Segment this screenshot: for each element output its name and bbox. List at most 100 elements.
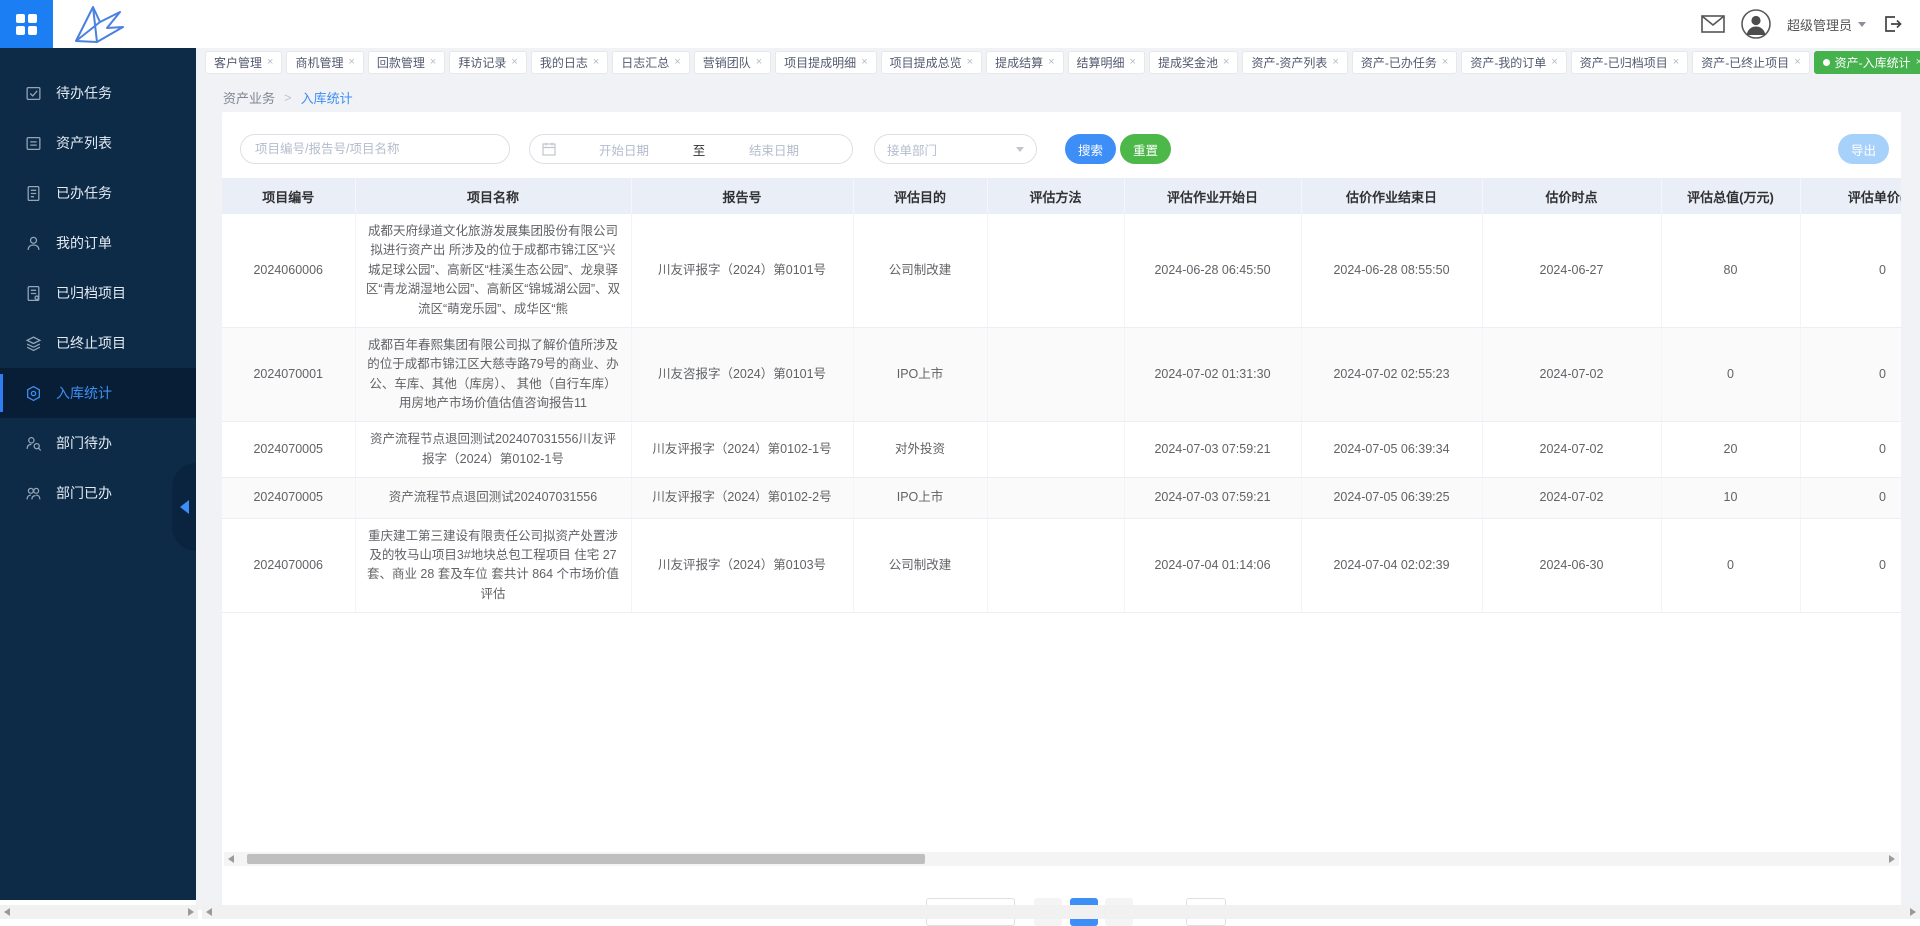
tab-label: 客户管理 <box>214 56 263 70</box>
tab-label: 项目提成总览 <box>889 56 962 70</box>
reset-button[interactable]: 重置 <box>1120 134 1172 164</box>
tab-close-icon[interactable]: × <box>1551 57 1557 68</box>
export-button[interactable]: 导出 <box>1837 134 1889 164</box>
tab-close-icon[interactable]: × <box>348 57 354 68</box>
mail-icon[interactable] <box>1701 15 1725 33</box>
app-grid-button[interactable] <box>0 0 53 48</box>
tab-close-icon[interactable]: × <box>430 57 436 68</box>
tab-商机管理[interactable]: 商机管理 × <box>286 51 364 74</box>
tab-close-icon[interactable]: × <box>674 57 680 68</box>
tab-结算明细[interactable]: 结算明细 × <box>1067 51 1145 74</box>
sidebar-item-已办任务[interactable]: 已办任务 <box>0 168 196 218</box>
cell-purpose: 公司制改建 <box>853 214 988 328</box>
tab-资产-已办任务[interactable]: 资产-已办任务 × <box>1351 51 1458 74</box>
tab-项目提成总览[interactable]: 项目提成总览 × <box>880 51 983 74</box>
tab-拜访记录[interactable]: 拜访记录 × <box>449 51 527 74</box>
keyword-search-input[interactable] <box>240 134 510 164</box>
cell-point: 2024-07-02 <box>1482 477 1662 519</box>
active-tab-dot-icon <box>1822 59 1830 66</box>
tab-提成结算[interactable]: 提成结算 × <box>986 51 1064 74</box>
tab-项目提成明细[interactable]: 项目提成明细 × <box>775 51 877 74</box>
tab-label: 我的日志 <box>539 56 588 70</box>
scroll-left-icon[interactable] <box>4 908 10 916</box>
tab-close-icon[interactable]: × <box>267 57 273 68</box>
sidebar-item-已终止项目[interactable]: 已终止项目 <box>0 318 196 368</box>
breadcrumb-parent[interactable]: 资产业务 <box>223 88 275 107</box>
tab-资产-资产列表[interactable]: 资产-资产列表 × <box>1242 51 1348 74</box>
sidebar-item-已归档项目[interactable]: 已归档项目 <box>0 268 196 318</box>
cell-start: 2024-07-03 07:59:21 <box>1124 421 1302 479</box>
column-header: 项目名称 <box>355 178 632 214</box>
page-horizontal-scrollbar[interactable] <box>202 905 1920 919</box>
tab-回款管理[interactable]: 回款管理 × <box>367 51 446 74</box>
cell-unit: 0 <box>1800 477 1901 519</box>
scroll-left-icon[interactable] <box>206 908 212 916</box>
table-row[interactable]: 2024070005资产流程节点退回测试202407031556川友评报字（20… <box>222 477 1901 519</box>
scroll-right-icon[interactable] <box>188 908 194 916</box>
end-date-placeholder[interactable]: 结束日期 <box>728 140 820 159</box>
department-select[interactable]: 接单部门 <box>874 134 1037 164</box>
sidebar-item-label: 部门已办 <box>56 485 112 501</box>
sidebar-item-待办任务[interactable]: 待办任务 <box>0 68 196 118</box>
tab-close-icon[interactable]: × <box>1794 57 1800 68</box>
table-row[interactable]: 2024070006 重庆建工第三建设有限责任公司拟资产处置涉及的牧马山项目3#地… <box>222 518 1901 613</box>
tab-资产-已归档项目[interactable]: 资产-已归档项目 × <box>1570 51 1689 74</box>
tab-close-icon[interactable]: × <box>1130 57 1136 68</box>
search-button[interactable]: 搜索 <box>1065 134 1117 164</box>
sidebar-item-部门待办[interactable]: 部门待办 <box>0 418 196 468</box>
tab-label: 资产-我的订单 <box>1470 56 1547 70</box>
date-range-picker[interactable]: 开始日期 至 结束日期 <box>529 134 853 164</box>
dept-people-icon <box>26 487 41 499</box>
cell-method <box>987 477 1125 519</box>
tab-close-icon[interactable]: × <box>756 57 762 68</box>
sidebar-item-入库统计[interactable]: 入库统计 <box>0 368 196 418</box>
cell-purpose: IPO上市 <box>853 477 988 519</box>
table-row[interactable]: 2024060006 成都天府绿道文化旅游发展集团股份有限公司拟进行资产出 所涉及… <box>222 214 1901 328</box>
start-date-placeholder[interactable]: 开始日期 <box>578 140 670 159</box>
table-horizontal-scrollbar[interactable] <box>224 852 1899 866</box>
table-row[interactable]: 2024070005资产流程节点退回测试202407031556川友评报字（20… <box>222 421 1901 479</box>
column-header: 估价时点 <box>1482 178 1662 214</box>
tab-close-icon[interactable]: × <box>1223 57 1229 68</box>
tab-资产-我的订单[interactable]: 资产-我的订单 × <box>1461 51 1567 74</box>
cell-total: 20 <box>1661 421 1801 479</box>
sidebar-collapse-button[interactable] <box>172 463 196 551</box>
tab-我的日志[interactable]: 我的日志 × <box>530 51 609 74</box>
tab-close-icon[interactable]: × <box>1048 57 1054 68</box>
tab-label: 资产-入库统计 <box>1834 56 1911 70</box>
sidebar-item-我的订单[interactable]: 我的订单 <box>0 218 196 268</box>
avatar[interactable] <box>1741 9 1771 39</box>
sidebar-item-部门已办[interactable]: 部门已办 <box>0 468 196 518</box>
cell-report: 川友评报字（2024）第0102-1号 <box>631 421 854 479</box>
tab-资产-已终止项目[interactable]: 资产-已终止项目 × <box>1692 51 1810 74</box>
tab-提成奖金池[interactable]: 提成奖金池 × <box>1148 51 1239 74</box>
tab-close-icon[interactable]: × <box>593 57 599 68</box>
chevron-down-icon <box>1016 146 1024 152</box>
logout-icon[interactable] <box>1882 14 1902 34</box>
sidebar-item-label: 已办任务 <box>56 185 112 201</box>
scroll-left-icon[interactable] <box>228 855 234 863</box>
username[interactable]: 超级管理员 <box>1787 15 1852 34</box>
scroll-right-icon[interactable] <box>1889 855 1895 863</box>
scrollbar-thumb[interactable] <box>247 854 925 864</box>
tab-close-icon[interactable]: × <box>967 57 973 68</box>
sidebar-horizontal-scrollbar[interactable] <box>0 905 198 919</box>
tab-客户管理[interactable]: 客户管理 × <box>205 51 283 74</box>
tab-close-icon[interactable]: × <box>1332 57 1338 68</box>
sidebar-item-资产列表[interactable]: 资产列表 <box>0 118 196 168</box>
tab-营销团队[interactable]: 营销团队 × <box>693 51 772 74</box>
sidebar-item-label: 我的订单 <box>56 235 112 251</box>
top-bar: 超级管理员 <box>0 0 1920 48</box>
tab-close-icon[interactable]: × <box>861 57 867 68</box>
tab-close-icon[interactable]: × <box>1442 57 1448 68</box>
cell-purpose: 公司制改建 <box>853 518 988 613</box>
table-row[interactable]: 2024070001 成都百年春熙集团有限公司拟了解价值所涉及的位于成都市锦江区大… <box>222 327 1901 423</box>
tab-资产-入库统计[interactable]: 资产-入库统计 × <box>1813 51 1920 74</box>
scroll-right-icon[interactable] <box>1910 908 1916 916</box>
tab-日志汇总[interactable]: 日志汇总 × <box>612 51 690 74</box>
chevron-down-icon[interactable] <box>1858 21 1866 27</box>
tab-close-icon[interactable]: × <box>1673 57 1679 68</box>
tab-close-icon[interactable]: × <box>511 57 517 68</box>
cell-total: 10 <box>1661 477 1801 519</box>
tab-close-icon[interactable]: × <box>1916 57 1920 68</box>
